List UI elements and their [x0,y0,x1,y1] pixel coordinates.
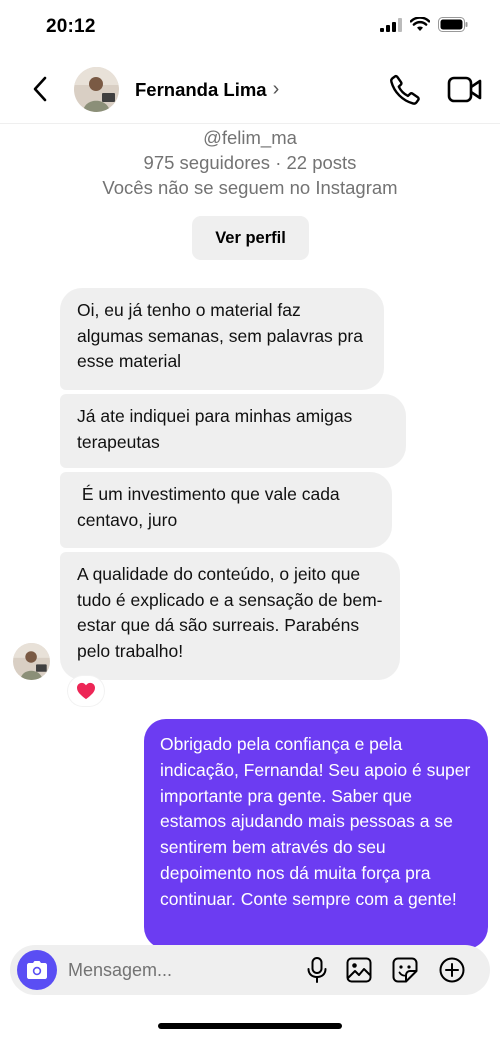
avatar-photo [74,67,119,112]
battery-icon [438,17,468,32]
signal-icon [380,17,402,32]
profile-handle: @felim_ma [203,127,297,148]
avatar-photo [13,643,50,680]
sticker-button[interactable] [391,956,419,984]
profile-summary: @felim_ma 975 seguidores · 22 posts Você… [0,124,500,199]
gallery-icon [346,957,372,983]
received-message[interactable]: Já ate indiquei para minhas amigas terap… [60,394,406,468]
status-time: 20:12 [46,16,96,37]
contact-name-text: Fernanda Lima [135,78,267,100]
chat-header: Fernanda Lima › [0,54,500,124]
back-button[interactable] [26,72,54,106]
chevron-right-icon: › [272,78,280,100]
video-call-button[interactable] [447,74,483,106]
contact-avatar[interactable] [74,67,119,112]
call-button[interactable] [388,73,422,107]
microphone-button[interactable] [303,956,331,984]
follow-status: Vocês não se seguem no Instagram [102,177,398,198]
camera-icon [27,961,47,979]
sticker-icon [392,957,418,983]
heart-icon [77,682,95,700]
sender-avatar[interactable] [13,643,50,680]
view-profile-button[interactable]: Ver perfil [192,216,309,260]
received-message[interactable]: Oi, eu já tenho o material faz algumas s… [60,288,384,390]
heart-reaction[interactable] [68,676,104,706]
camera-button[interactable] [17,950,57,990]
gallery-button[interactable] [345,956,373,984]
video-icon [447,76,482,103]
sent-message[interactable]: Obrigado pela confiança e pela indicação… [144,719,488,949]
add-button[interactable] [438,956,466,984]
message-composer [10,945,490,995]
contact-name[interactable]: Fernanda Lima › [135,78,279,101]
message-input[interactable] [68,957,288,983]
received-message[interactable]: A qualidade do conteúdo, o jeito que tud… [60,552,400,680]
profile-stats: 975 seguidores · 22 posts [143,152,357,173]
back-icon [33,76,47,102]
phone-icon [390,74,420,105]
received-message[interactable]: É um investimento que vale cada centavo,… [60,472,392,548]
home-indicator [158,1023,342,1029]
wifi-icon [410,17,430,31]
status-icons [380,17,468,32]
status-bar: 20:12 [0,0,500,54]
plus-icon [439,957,465,983]
microphone-icon [307,957,327,983]
